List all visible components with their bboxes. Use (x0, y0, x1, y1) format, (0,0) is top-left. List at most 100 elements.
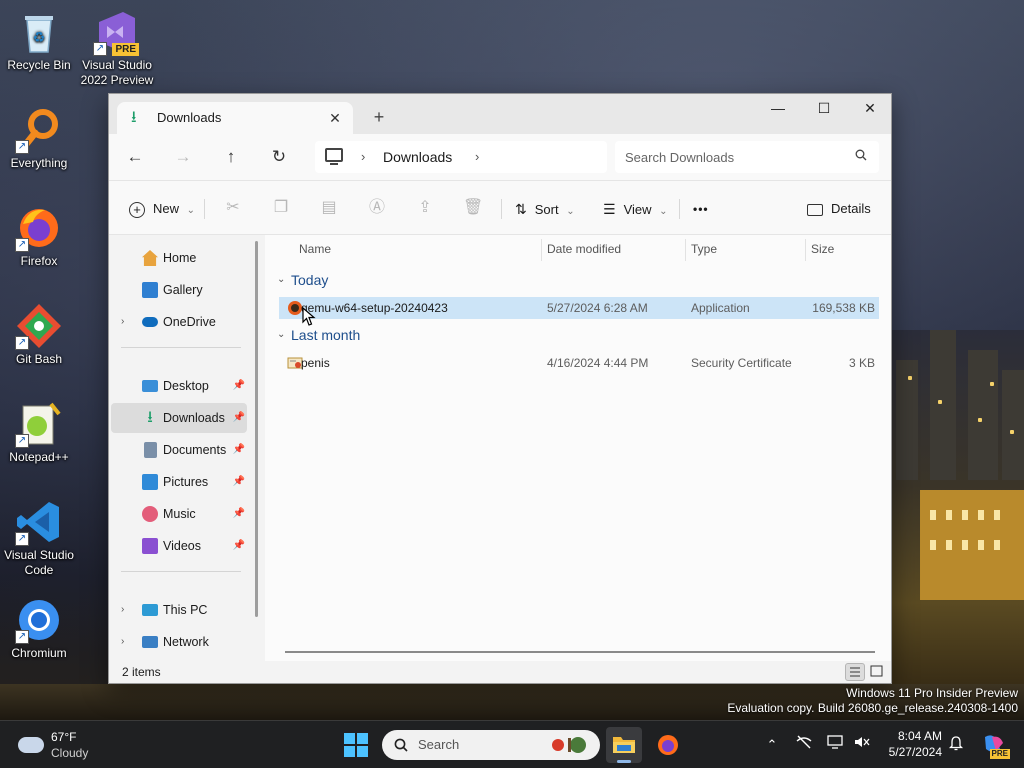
new-button[interactable]: + New ⌄ (129, 195, 195, 223)
pin-icon[interactable]: 📌 (233, 467, 245, 497)
pin-icon[interactable]: 📌 (233, 499, 245, 529)
file-name: qemu-w64-setup-20240423 (301, 301, 448, 315)
up-button[interactable]: ↑ (217, 144, 245, 172)
search-input[interactable] (625, 147, 845, 167)
column-header-type[interactable]: Type (691, 235, 717, 263)
taskbar-file-explorer[interactable] (606, 727, 642, 763)
view-button[interactable]: ☰ View ⌄ (603, 195, 668, 223)
delete-icon[interactable]: 🗑 (463, 198, 483, 218)
clock[interactable]: 8:04 AM 5/27/2024 (878, 728, 942, 760)
copilot-preview-icon[interactable]: PRE (980, 735, 1010, 759)
maximize-button[interactable]: ☐ (801, 94, 847, 124)
network-disconnected-icon[interactable] (794, 735, 814, 755)
forward-button[interactable]: → (169, 144, 197, 172)
sidebar-item-gallery[interactable]: Gallery (111, 275, 247, 305)
sidebar-item-downloads[interactable]: ⭳ Downloads 📌 (111, 403, 247, 433)
desktop-icon-label: Visual Studio 2022 Preview (80, 58, 154, 87)
chevron-right-icon[interactable]: › (121, 627, 124, 657)
group-header-today[interactable]: ⌄ Today (277, 269, 328, 291)
weather-widget[interactable]: 67°F Cloudy (16, 729, 126, 761)
details-pane-button[interactable]: Details (807, 195, 871, 223)
this-pc-icon (142, 604, 158, 616)
copy-icon[interactable]: ❐ (271, 198, 291, 218)
sidebar-item-label: Gallery (163, 283, 203, 297)
desktop-icon-chromium[interactable]: ↗ Chromium (0, 596, 78, 661)
pin-icon[interactable]: 📌 (233, 531, 245, 561)
sidebar-item-music[interactable]: Music 📌 (111, 499, 247, 529)
tiles-view-icon (870, 665, 883, 677)
desktop-icon-visual-studio-preview[interactable]: PRE ↗ Visual Studio 2022 Preview (78, 8, 156, 88)
desktop-icon-vscode[interactable]: ↗ Visual Studio Code (0, 498, 78, 578)
new-tab-button[interactable]: + (367, 106, 391, 130)
search-icon (855, 149, 867, 161)
taskbar-search[interactable]: Search (382, 730, 600, 760)
table-row[interactable]: penis 4/16/2024 4:44 PM Security Certifi… (279, 352, 879, 374)
column-header-size[interactable]: Size (811, 235, 834, 263)
breadcrumb-separator[interactable]: › (475, 148, 479, 166)
notification-bell-icon[interactable] (946, 735, 966, 755)
cut-icon[interactable]: ✂ (223, 198, 243, 218)
breadcrumb[interactable]: › Downloads › (315, 141, 607, 173)
desktop-icon-git-bash[interactable]: ↗ Git Bash (0, 302, 78, 367)
sidebar-item-network[interactable]: › Network (111, 627, 247, 657)
desktop-icon-label: Visual Studio Code (4, 548, 74, 577)
pin-icon[interactable]: 📌 (233, 371, 245, 401)
back-button[interactable]: ← (121, 144, 149, 172)
display-icon[interactable] (826, 735, 846, 755)
mouse-cursor-icon (302, 307, 316, 326)
details-view-button[interactable] (845, 663, 865, 681)
share-icon[interactable]: ⇪ (415, 198, 435, 218)
column-header-date[interactable]: Date modified (547, 235, 621, 263)
table-row[interactable]: qemu-w64-setup-20240423 5/27/2024 6:28 A… (279, 297, 879, 319)
show-hidden-icons-button[interactable]: ⌃ (762, 735, 782, 755)
sidebar-item-documents[interactable]: Documents 📌 (111, 435, 247, 465)
sidebar-item-onedrive[interactable]: › OneDrive (111, 307, 247, 337)
group-label: Last month (291, 327, 361, 343)
start-button[interactable] (344, 733, 368, 757)
chevron-right-icon[interactable]: › (121, 307, 124, 337)
sidebar-item-this-pc[interactable]: › This PC (111, 595, 247, 625)
desktop-icon-firefox[interactable]: ↗ Firefox (0, 204, 78, 269)
sidebar-item-desktop[interactable]: Desktop 📌 (111, 371, 247, 401)
desktop-icon-everything[interactable]: ↗ Everything (0, 106, 78, 171)
paste-icon[interactable]: ▤ (319, 198, 339, 218)
sidebar-item-pictures[interactable]: Pictures 📌 (111, 467, 247, 497)
more-options-button[interactable]: ••• (693, 195, 709, 223)
sort-icon: ⇅ (515, 201, 527, 217)
sidebar-item-home[interactable]: Home (111, 243, 247, 273)
breadcrumb-location[interactable]: Downloads (383, 149, 452, 165)
rename-icon[interactable]: Ⓐ (367, 198, 387, 218)
tiles-view-button[interactable] (867, 663, 887, 681)
view-label: View (623, 202, 652, 217)
sidebar-item-label: Documents (163, 443, 227, 457)
close-window-button[interactable]: ✕ (847, 94, 893, 124)
sort-button[interactable]: ⇅ Sort ⌄ (515, 195, 575, 223)
plus-circle-icon: + (129, 201, 145, 218)
column-divider[interactable] (685, 239, 686, 261)
desktop-icon-recycle-bin[interactable]: ♻ Recycle Bin (0, 8, 78, 73)
sidebar-item-videos[interactable]: Videos 📌 (111, 531, 247, 561)
pin-icon[interactable]: 📌 (233, 403, 245, 433)
tab-downloads[interactable]: ⭳ Downloads ✕ (117, 102, 353, 134)
chevron-down-icon: ⌄ (277, 274, 286, 285)
group-header-last-month[interactable]: ⌄ Last month (277, 324, 360, 346)
clock-date: 5/27/2024 (888, 745, 942, 759)
firefox-icon: ↗ (15, 204, 63, 252)
volume-muted-icon[interactable] (852, 735, 872, 755)
breadcrumb-separator[interactable]: › (361, 148, 365, 166)
column-divider[interactable] (805, 239, 806, 261)
taskbar-firefox[interactable] (650, 727, 686, 763)
column-divider[interactable] (541, 239, 542, 261)
sidebar-scrollbar[interactable] (255, 241, 258, 617)
column-header-name[interactable]: Name (299, 235, 331, 263)
minimize-button[interactable]: — (755, 94, 801, 124)
pin-icon[interactable]: 📌 (233, 435, 245, 465)
chevron-right-icon[interactable]: › (121, 595, 124, 625)
horizontal-scrollbar[interactable] (285, 651, 875, 653)
desktop-icon-notepad-plus-plus[interactable]: ↗ Notepad++ (0, 400, 78, 465)
desktop-icon-label: Chromium (11, 646, 67, 660)
refresh-button[interactable]: ↻ (265, 144, 293, 172)
tab-close-button[interactable]: ✕ (325, 108, 345, 128)
visual-studio-preview-icon: PRE ↗ (93, 8, 141, 56)
desktop-icon (142, 380, 158, 392)
